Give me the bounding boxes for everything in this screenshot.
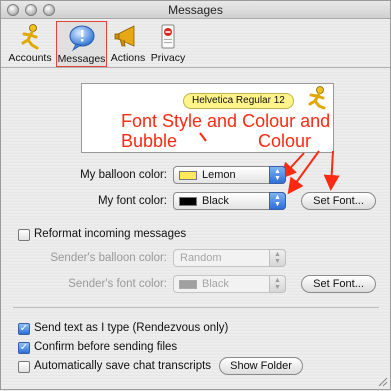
reformat-incoming-label: Reformat incoming messages (34, 228, 187, 240)
popup-arrows-icon: ▲ ▼ (269, 275, 286, 293)
save-transcripts-checkbox[interactable] (18, 361, 30, 373)
my-font-color-popup[interactable]: Black ▲ ▼ (173, 192, 286, 210)
my-balloon-color-label: My balloon color: (80, 169, 167, 181)
sender-font-color-value: Black (202, 278, 229, 290)
sender-font-color-popup[interactable]: Black ▲ ▼ (173, 275, 286, 293)
save-transcripts-label: Automatically save chat transcripts (34, 360, 212, 372)
balloon-color-swatch (179, 171, 197, 180)
send-as-type-label: Send text as I type (Rendezvous only) (34, 322, 229, 334)
confirm-sending-checkbox[interactable]: ✓ (18, 342, 30, 354)
reformat-incoming-checkbox[interactable] (18, 229, 30, 241)
sender-font-color-swatch (179, 280, 197, 289)
section-divider (13, 307, 379, 308)
preferences-window: Messages Accounts Messages Actions Priva… (0, 0, 391, 390)
confirm-sending-label: Confirm before sending files (34, 341, 178, 353)
font-color-swatch (179, 197, 197, 206)
sender-balloon-color-label: Sender's balloon color: (50, 252, 167, 264)
sender-set-font-button[interactable]: Set Font... (301, 275, 376, 293)
sender-balloon-color-value: Random (180, 252, 222, 264)
my-font-color-value: Black (202, 195, 229, 207)
resize-grip-icon[interactable] (377, 376, 388, 387)
my-font-color-label: My font color: (97, 195, 167, 207)
my-balloon-color-value: Lemon (202, 169, 236, 181)
popup-arrows-icon: ▲ ▼ (269, 192, 286, 210)
my-balloon-color-popup[interactable]: Lemon ▲ ▼ (173, 166, 286, 184)
popup-arrows-icon: ▲ ▼ (269, 166, 286, 184)
popup-arrows-icon: ▲ ▼ (269, 249, 286, 267)
show-folder-button[interactable]: Show Folder (219, 357, 303, 375)
sender-balloon-color-popup[interactable]: Random ▲ ▼ (173, 249, 286, 267)
sender-font-color-label: Sender's font color: (68, 278, 167, 290)
send-as-type-checkbox[interactable]: ✓ (18, 323, 30, 335)
set-font-button[interactable]: Set Font... (301, 192, 376, 210)
